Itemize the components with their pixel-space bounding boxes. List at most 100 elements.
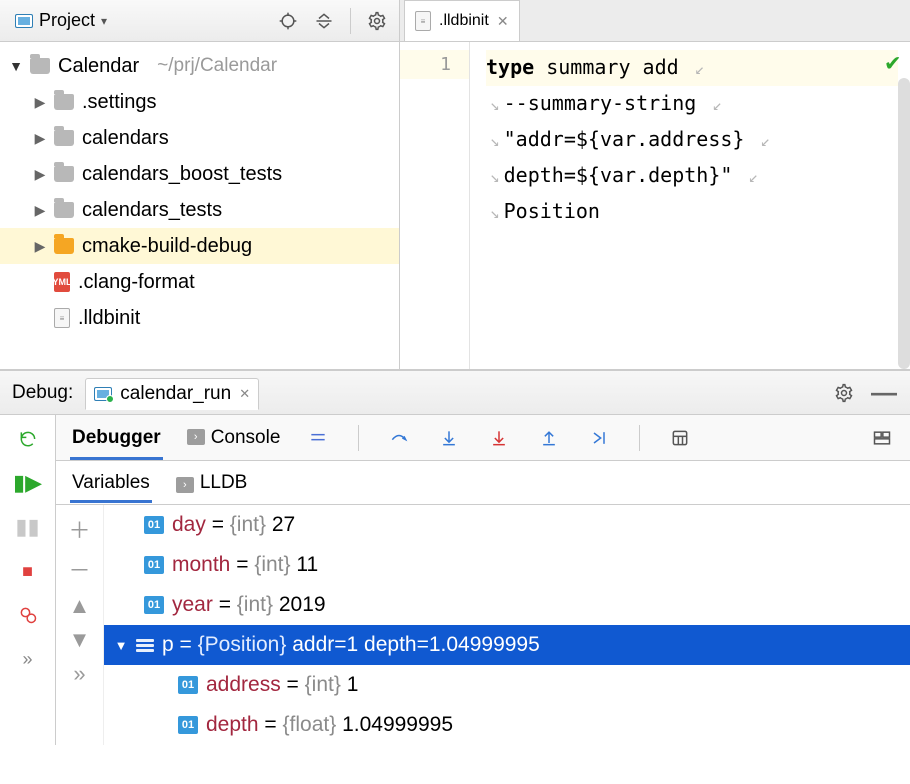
chevron-down-icon[interactable]: ▼	[114, 638, 128, 653]
tree-item[interactable]: ≡ .lldbinit	[0, 300, 399, 336]
variable-row-selected[interactable]: ▼ p = {Position} addr=1 depth=1.04999995	[104, 625, 910, 665]
project-toolbar: Project ▾	[0, 0, 399, 42]
int-badge-icon: 01	[144, 596, 164, 614]
chevron-right-icon[interactable]: ▶	[34, 130, 46, 147]
editor-body[interactable]: 1 type summary add ↙ ↘--summary-string ↙…	[400, 42, 910, 369]
threads-icon[interactable]	[304, 424, 332, 452]
console-icon: ›	[176, 477, 194, 493]
step-into-icon[interactable]	[435, 424, 463, 452]
tree-root[interactable]: ▼ Calendar ~/prj/Calendar	[0, 48, 399, 84]
gear-icon[interactable]	[363, 7, 391, 35]
debugger-subtabs: Variables ›LLDB	[56, 461, 910, 505]
file-icon: ≡	[54, 308, 70, 328]
force-step-into-icon[interactable]	[485, 424, 513, 452]
move-down-icon[interactable]: ▼	[69, 627, 91, 653]
wrap-arrow-icon: ↘	[490, 203, 500, 222]
console-icon: ›	[187, 429, 205, 445]
pause-icon[interactable]: ▮▮	[14, 513, 42, 541]
wrap-arrow-icon: ↙	[712, 95, 722, 114]
scrollbar[interactable]	[898, 78, 910, 369]
chevron-right-icon[interactable]: ▶	[34, 166, 46, 183]
int-badge-icon: 01	[178, 716, 198, 734]
yml-file-icon: YML	[54, 272, 70, 292]
close-icon[interactable]: ✕	[497, 13, 509, 30]
close-icon[interactable]: ✕	[239, 386, 250, 402]
chevron-right-icon[interactable]: ▶	[34, 238, 46, 255]
breakpoints-icon[interactable]	[14, 601, 42, 629]
debug-run-config-tab[interactable]: calendar_run ✕	[85, 378, 259, 410]
wrap-arrow-icon: ↙	[748, 167, 758, 186]
project-tree[interactable]: ▼ Calendar ~/prj/Calendar ▶ .settings ▶ …	[0, 42, 399, 369]
subtab-variables[interactable]: Variables	[70, 464, 152, 502]
more-icon[interactable]: »	[73, 661, 85, 687]
run-config-icon	[94, 387, 112, 401]
remove-watch-icon[interactable]: －	[68, 553, 90, 585]
chevron-right-icon[interactable]: ▶	[34, 94, 46, 111]
resume-icon[interactable]: ▮▶	[14, 469, 42, 497]
chevron-down-icon[interactable]: ▼	[10, 58, 22, 74]
variables-toolbar: ＋ － ▲ ▼ »	[56, 505, 104, 745]
struct-icon	[136, 636, 154, 654]
step-out-icon[interactable]	[535, 424, 563, 452]
wrap-arrow-icon: ↘	[490, 131, 500, 150]
tab-console[interactable]: ›Console	[185, 417, 283, 459]
evaluate-icon[interactable]	[666, 424, 694, 452]
variable-row[interactable]: 01 year = {int} 2019	[104, 585, 910, 625]
folder-icon	[54, 238, 74, 254]
code-area[interactable]: type summary add ↙ ↘--summary-string ↙ ↘…	[470, 42, 910, 369]
debug-label: Debug:	[12, 382, 73, 404]
chevron-right-icon[interactable]: ▶	[34, 202, 46, 219]
variable-row[interactable]: 01 depth = {float} 1.04999995	[104, 705, 910, 745]
editor-tab[interactable]: ≡ .lldbinit ✕	[404, 0, 520, 41]
more-icon[interactable]: »	[14, 645, 42, 673]
step-over-icon[interactable]	[385, 424, 413, 452]
run-to-cursor-icon[interactable]	[585, 424, 613, 452]
subtab-lldb[interactable]: ›LLDB	[174, 464, 250, 502]
variable-row[interactable]: 01 address = {int} 1	[104, 665, 910, 705]
tree-root-path: ~/prj/Calendar	[157, 55, 277, 77]
folder-icon	[54, 166, 74, 182]
tab-debugger[interactable]: Debugger	[70, 417, 163, 459]
run-config-name: calendar_run	[120, 383, 231, 405]
tree-item[interactable]: ▶ calendars_boost_tests	[0, 156, 399, 192]
gutter: 1	[400, 42, 470, 369]
wrap-arrow-icon: ↙	[761, 131, 771, 150]
tree-item[interactable]: ▶ calendars_tests	[0, 192, 399, 228]
layout-icon[interactable]	[868, 424, 896, 452]
target-icon[interactable]	[274, 7, 302, 35]
folder-icon	[30, 58, 50, 74]
project-title: Project	[39, 10, 95, 31]
wrap-arrow-icon: ↘	[490, 95, 500, 114]
minimize-icon[interactable]: —	[870, 379, 898, 407]
int-badge-icon: 01	[144, 556, 164, 574]
tree-root-name: Calendar	[58, 55, 139, 78]
tree-item-selected[interactable]: ▶ cmake-build-debug	[0, 228, 399, 264]
stop-icon[interactable]: ■	[14, 557, 42, 585]
folder-icon	[54, 130, 74, 146]
editor-tab-filename: .lldbinit	[439, 12, 489, 30]
folder-icon	[54, 94, 74, 110]
debugger-tabstrip: Debugger ›Console	[56, 415, 910, 461]
move-up-icon[interactable]: ▲	[69, 593, 91, 619]
project-view-selector[interactable]: Project ▾	[8, 5, 114, 36]
int-badge-icon: 01	[178, 676, 198, 694]
rerun-icon[interactable]	[14, 425, 42, 453]
add-watch-icon[interactable]: ＋	[68, 513, 90, 545]
int-badge-icon: 01	[144, 516, 164, 534]
wrap-arrow-icon: ↙	[695, 59, 705, 78]
editor-tabstrip: ≡ .lldbinit ✕	[400, 0, 910, 42]
gear-icon[interactable]	[830, 379, 858, 407]
wrap-arrow-icon: ↘	[490, 167, 500, 186]
module-icon	[15, 14, 33, 28]
tree-item[interactable]: ▶ calendars	[0, 120, 399, 156]
line-number: 1	[400, 50, 469, 79]
file-icon: ≡	[415, 11, 431, 31]
variables-list[interactable]: 01 day = {int} 27 01 month = {int} 11 01…	[104, 505, 910, 745]
debug-side-toolbar: ▮▶ ▮▮ ■ »	[0, 415, 56, 745]
variable-row[interactable]: 01 day = {int} 27	[104, 505, 910, 545]
variable-row[interactable]: 01 month = {int} 11	[104, 545, 910, 585]
tree-item[interactable]: YML .clang-format	[0, 264, 399, 300]
fold-icon[interactable]	[310, 7, 338, 35]
folder-icon	[54, 202, 74, 218]
tree-item[interactable]: ▶ .settings	[0, 84, 399, 120]
